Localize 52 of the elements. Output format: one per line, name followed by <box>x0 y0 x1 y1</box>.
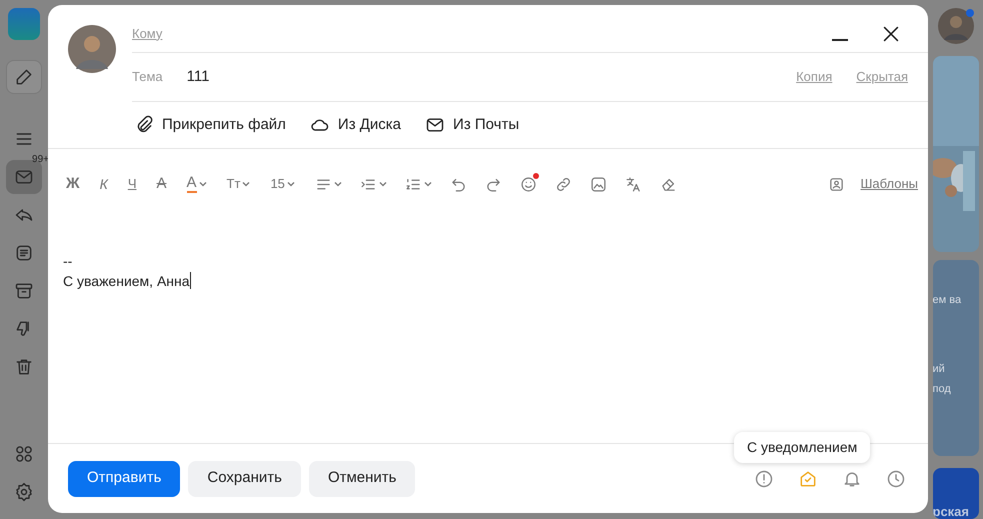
attach-button[interactable]: Из Почты <box>425 114 520 136</box>
settings-icon <box>14 482 34 502</box>
clock-icon <box>886 468 906 488</box>
subject-field[interactable]: 111 <box>186 66 210 88</box>
toolbar-button[interactable]: К <box>94 170 114 198</box>
ad-text: ий <box>932 362 946 376</box>
exclamation-icon <box>754 468 774 488</box>
caret-icon <box>378 180 387 188</box>
caret-icon <box>334 180 342 188</box>
contact-icon <box>828 176 844 192</box>
minimize-icon[interactable] <box>832 38 848 40</box>
toolbar-button[interactable]: Ж <box>60 170 86 198</box>
action-button[interactable]: Отменить <box>308 460 416 496</box>
link-icon <box>554 176 572 192</box>
caret-icon <box>198 180 207 188</box>
sender-avatar <box>68 25 116 73</box>
pencil-icon <box>14 67 34 87</box>
caret-icon <box>424 180 432 188</box>
image-icon <box>590 176 607 192</box>
text-cursor <box>190 272 191 289</box>
sidebar-item[interactable] <box>6 60 42 94</box>
send-button[interactable]: Отправить <box>68 460 180 496</box>
tooltip: С уведомлением <box>734 432 870 463</box>
smiley-icon <box>520 176 537 192</box>
subject-label: Тема <box>132 68 163 86</box>
unread-count: 99+ <box>32 155 49 165</box>
ad-text: ем ва <box>932 293 962 308</box>
templates-button[interactable]: Шаблоны <box>828 174 918 194</box>
body-text: -- <box>63 253 72 269</box>
toolbar-button[interactable]: А <box>150 170 173 198</box>
envelope-check-icon <box>798 468 818 488</box>
archive-icon <box>14 281 34 301</box>
translate-icon <box>624 176 642 192</box>
caret-icon <box>286 180 295 188</box>
apps-icon <box>14 444 34 464</box>
caret-icon <box>242 180 250 188</box>
bcc-link[interactable]: Скрытая <box>856 67 908 87</box>
toolbar-button[interactable]: Тт <box>220 170 256 198</box>
document-icon <box>14 243 34 263</box>
to-field[interactable]: Кому <box>132 24 162 44</box>
trash-icon <box>14 357 34 377</box>
user-avatar[interactable] <box>938 8 974 44</box>
action-button[interactable]: Сохранить <box>188 460 301 496</box>
attach-button[interactable]: Прикрепить файл <box>134 114 286 136</box>
cc-link[interactable]: Копия <box>796 67 832 87</box>
ad-text: под <box>932 382 952 397</box>
toolbar-button[interactable]: А <box>180 170 213 198</box>
ad-title: рская <box>932 504 969 519</box>
attach-button[interactable]: Из Диска <box>310 114 402 136</box>
toolbar-button[interactable]: Ч <box>122 170 142 198</box>
body-text: С уважением, Анна <box>63 273 190 289</box>
toolbar-button[interactable]: 15 <box>264 170 301 198</box>
